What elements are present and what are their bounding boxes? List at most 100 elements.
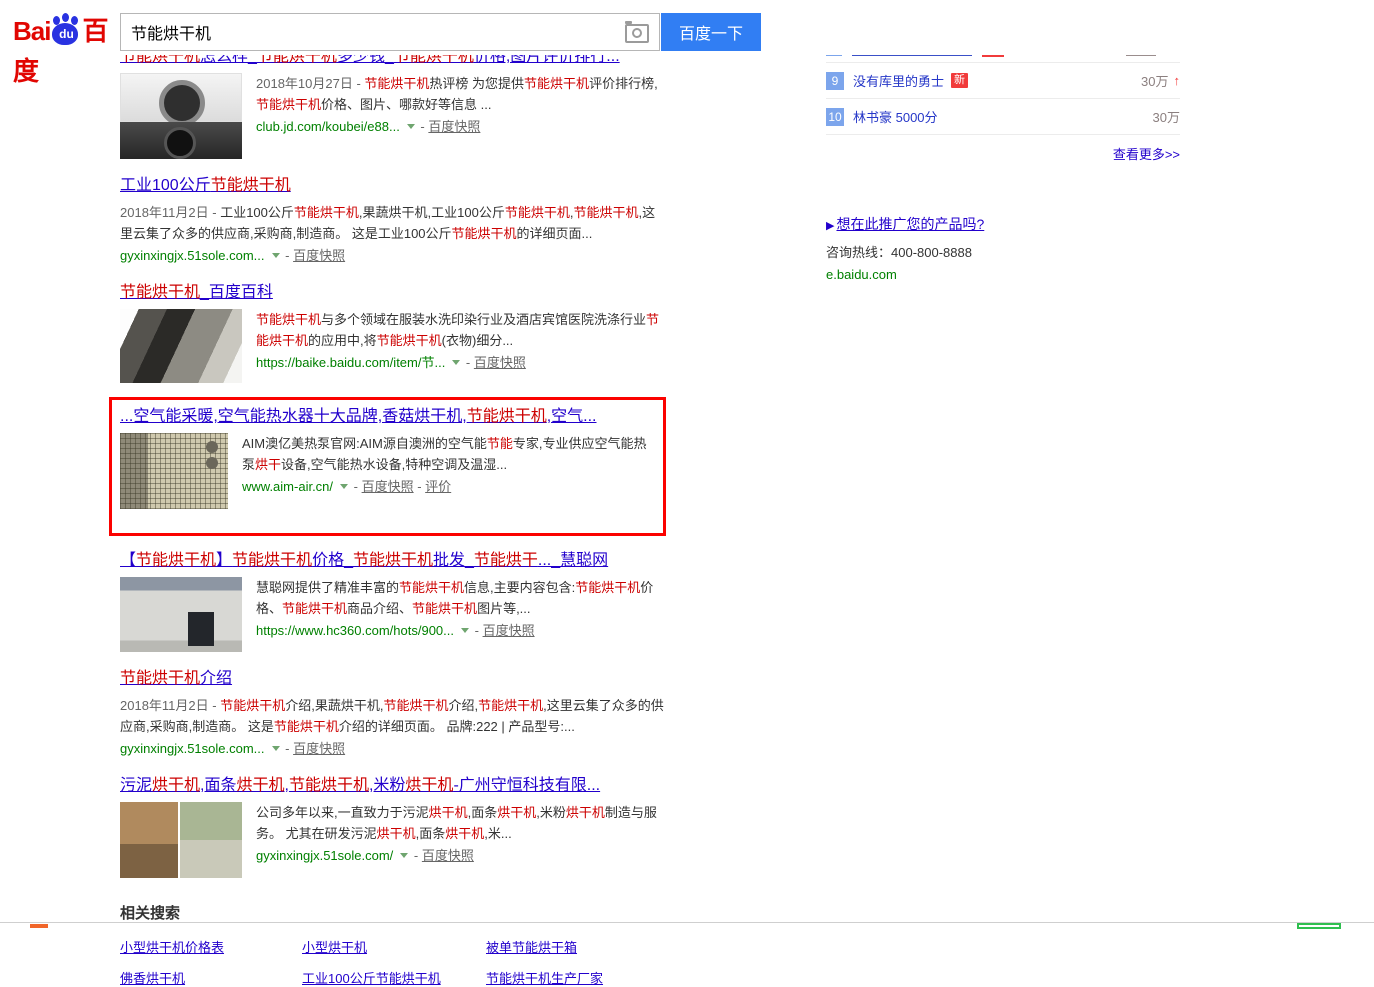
result-body: AIM澳亿美热泵官网:AIM源自澳洲的空气能节能专家,专业供应空气能热泵烘干设备… [120,433,653,509]
dropdown-caret-icon[interactable] [452,360,460,365]
result-url: https://baike.baidu.com/item/节... [256,355,445,370]
result-title-link[interactable]: 节能烘干机_百度百科 [120,282,273,303]
review-link[interactable]: 评价 [425,479,451,494]
baidu-logo[interactable]: Baidu百度 [13,11,113,51]
result-url: https://www.hc360.com/hots/900... [256,623,454,638]
result-text: 2018年10月27日 - 节能烘干机热评榜 为您提供节能烘干机评价排行榜,节能… [256,73,665,159]
separator: - [282,741,294,756]
related-search-link[interactable]: 佛香烘干机 [120,968,302,987]
result-body: 公司多年以来,一直致力于污泥烘干机,面条烘干机,米粉烘干机制造与服务。 尤其在研… [120,802,665,878]
text-segment: 节能烘干机 [136,552,216,569]
text-segment: 烘干机 [152,777,200,794]
text-segment: 节能烘干机 [399,580,464,595]
baidu-snapshot-link[interactable]: 百度快照 [428,119,480,134]
result-title-link[interactable]: 【节能烘干机】节能烘干机价格_节能烘干机批发_节能烘干..._慧聪网 [120,550,608,571]
dropdown-caret-icon[interactable] [461,628,469,633]
dropdown-caret-icon[interactable] [400,853,408,858]
result-text: 慧聪网提供了精准丰富的节能烘干机信息,主要内容包含:节能烘干机价格、节能烘干机商… [256,577,665,652]
baidu-snapshot-link[interactable]: 百度快照 [474,355,526,370]
text-segment: 介绍 [200,670,232,687]
result-thumbnail[interactable] [120,309,242,383]
baidu-snapshot-link[interactable]: 百度快照 [483,623,535,638]
text-segment: 污泥 [120,777,152,794]
text-segment: 烘干机 [497,805,536,820]
promo-domain: e.baidu.com [826,267,1180,282]
related-search-link[interactable]: 小型烘干机价格表 [120,937,302,956]
text-segment: 节能烘干机 [294,205,359,220]
result-text: 2018年11月2日 - 节能烘干机介绍,果蔬烘干机,节能烘干机介绍,节能烘干机… [120,695,665,759]
text-segment: 节能烘干 [474,552,538,569]
result-url-line: gyxinxingjx.51sole.com... - 百度快照 [120,245,665,266]
promo-link[interactable]: 想在此推广您的产品吗? [836,216,984,232]
dropdown-caret-icon[interactable] [272,253,280,258]
dropdown-caret-icon[interactable] [407,124,415,129]
related-searches: 相关搜索 小型烘干机价格表小型烘干机被单节能烘干箱佛香烘干机工业100公斤节能烘… [120,902,665,987]
text-segment: 烘干机 [566,805,605,820]
baidu-paw-icon: du [51,14,81,48]
result-title-link[interactable]: 节能烘干机介绍 [120,668,232,689]
search-result: ...空气能采暖,空气能热水器十大品牌,香菇烘干机,节能烘干机,空气... AIM… [120,406,653,509]
view-more-link[interactable]: 查看更多>> [1113,147,1180,162]
result-body: 慧聪网提供了精准丰富的节能烘干机信息,主要内容包含:节能烘干机价格、节能烘干机商… [120,577,665,652]
result-thumbnail[interactable] [120,73,242,159]
result-snippet: 2018年11月2日 - 节能烘干机介绍,果蔬烘干机,节能烘干机介绍,节能烘干机… [120,695,665,737]
text-segment: ...空气能采暖,空气能热水器十大品牌,香菇烘干机, [120,408,467,425]
text-segment: 工业100公斤 [120,177,211,194]
separator: - [417,119,429,134]
result-title-link[interactable]: ...空气能采暖,空气能热水器十大品牌,香菇烘干机,节能烘干机,空气... [120,406,597,427]
results-column: 节能烘干机怎么样_节能烘干机多少钱_节能烘干机价格,图片评价排行...2018年… [120,46,665,987]
search-result: 节能烘干机怎么样_节能烘干机多少钱_节能烘干机价格,图片评价排行...2018年… [120,46,665,159]
related-search-link[interactable]: 工业100公斤节能烘干机 [302,968,486,987]
promo-arrow-icon: ▶ [826,220,834,232]
search-input[interactable] [121,14,659,50]
result-thumbnail[interactable] [120,577,242,652]
text-segment: 烘干机 [405,777,453,794]
result-url-line: gyxinxingjx.51sole.com/ - 百度快照 [256,845,665,866]
dropdown-caret-icon[interactable] [272,746,280,751]
text-segment: 节能烘干机 [274,719,339,734]
baidu-snapshot-link[interactable]: 百度快照 [422,848,474,863]
text-segment: 烘干 [255,457,281,472]
result-url: club.jd.com/koubei/e88... [256,119,400,134]
separator: - [350,479,362,494]
text-segment: AIM澳亿美热泵官网:AIM源自澳洲的空气能 [242,436,487,451]
text-segment: 节能烘干机 [289,777,369,794]
baidu-snapshot-link[interactable]: 百度快照 [293,741,345,756]
text-segment: -广州守恒科技有限... [453,777,600,794]
text-segment: 】 [216,552,232,569]
result-thumbnail[interactable] [120,802,242,878]
hot-list-item[interactable]: 9没有库里的勇士新30万↑ [826,63,1180,99]
text-segment: 工业100公斤 [220,205,294,220]
hot-item-link[interactable]: 林书豪 5000分 [853,107,938,126]
text-segment: 节能烘干机 [232,552,312,569]
related-search-link[interactable]: 小型烘干机 [302,937,486,956]
text-segment: 节能烘干机 [220,698,285,713]
text-segment: 【 [120,552,136,569]
text-segment: 介绍, [448,698,478,713]
text-segment: 的详细页面... [517,226,593,241]
baidu-snapshot-link[interactable]: 百度快照 [362,479,414,494]
text-segment: 节能 [487,436,513,451]
related-search-link[interactable]: 被单节能烘干箱 [486,937,665,956]
text-segment: _百度百科 [200,284,273,301]
result-title-link[interactable]: 工业100公斤节能烘干机 [120,175,291,196]
result-text: 2018年11月2日 - 工业100公斤节能烘干机,果蔬烘干机,工业100公斤节… [120,202,665,266]
hot-list-item[interactable]: 10林书豪 5000分30万 [826,99,1180,135]
baidu-snapshot-link[interactable]: 百度快照 [293,248,345,263]
result-thumbnail[interactable] [120,433,228,509]
search-button[interactable]: 百度一下 [661,13,761,51]
result-url-line: gyxinxingjx.51sole.com... - 百度快照 [120,738,665,759]
search-header: Baidu百度 百度一下 [0,0,1374,55]
dropdown-caret-icon[interactable] [340,484,348,489]
result-url-line: www.aim-air.cn/ - 百度快照 - 评价 [242,476,653,497]
hot-item-link[interactable]: 没有库里的勇士 [853,71,944,90]
result-title-link[interactable]: 污泥烘干机,面条烘干机,节能烘干机,米粉烘干机-广州守恒科技有限... [120,775,600,796]
text-segment: ,面条 [468,805,498,820]
related-searches-grid: 小型烘干机价格表小型烘干机被单节能烘干箱佛香烘干机工业100公斤节能烘干机节能烘… [120,937,665,987]
search-box [120,13,660,51]
hot-count: 30万 [1153,107,1180,126]
text-segment: 烘干机 [377,826,416,841]
result-snippet: 公司多年以来,一直致力于污泥烘干机,面条烘干机,米粉烘干机制造与服务。 尤其在研… [256,802,665,844]
camera-icon[interactable] [625,24,649,43]
related-search-link[interactable]: 节能烘干机生产厂家 [486,968,665,987]
